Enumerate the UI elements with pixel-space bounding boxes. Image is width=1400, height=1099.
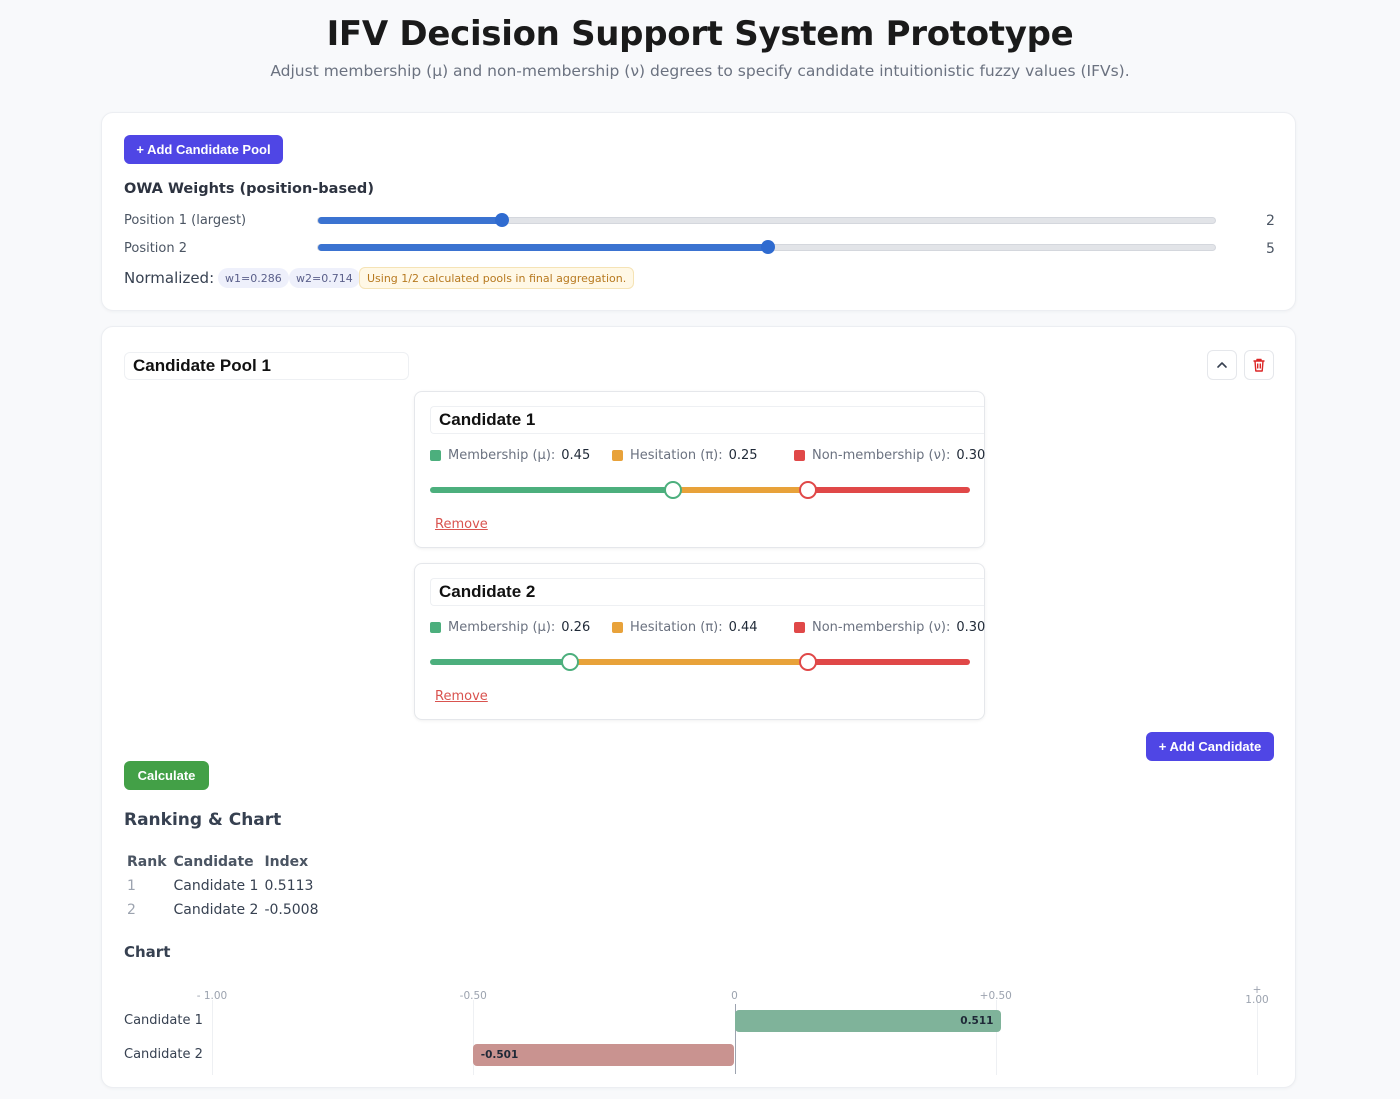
chart-heading: Chart (124, 943, 171, 961)
position-2-slider-thumb[interactable] (761, 240, 775, 254)
header-rank: Rank (127, 854, 167, 870)
rank-cell: 2 (127, 902, 136, 918)
chart-tick-label: +1.00 (1245, 984, 1269, 1006)
non-membership-handle[interactable] (799, 653, 817, 671)
ifv-range-slider[interactable] (430, 653, 970, 671)
candidate-cell: Candidate 1 (173, 878, 259, 894)
chart-bar: 0.511 (734, 1010, 1002, 1032)
chart-gridline (212, 1000, 213, 1075)
hesitation-value: 0.44 (728, 620, 758, 635)
index-cell: 0.5113 (264, 878, 314, 894)
hesitation-legend: Hesitation (π): 0.44 (612, 620, 758, 635)
position-1-label: Position 1 (largest) (124, 213, 247, 228)
membership-legend: Membership (μ): 0.45 (430, 448, 590, 463)
rank-cell: 1 (127, 878, 136, 894)
index-cell: -0.5008 (264, 902, 319, 918)
chart-tick-label: - 1.00 (196, 990, 228, 1002)
trash-icon (1253, 358, 1265, 372)
pool-title-input[interactable]: Candidate Pool 1 (124, 352, 409, 380)
weight-chip-2: w2=0.714 (289, 268, 360, 288)
non-membership-label: Non-membership (ν): (812, 448, 951, 463)
hesitation-legend: Hesitation (π): 0.25 (612, 448, 758, 463)
ranking-chart: - 1.00 -0.50 0 +0.50 +1.00 Candidate 1 0.511 Ca… (102, 982, 1297, 1082)
chart-tick-label: -0.50 (459, 990, 487, 1002)
settings-card: + Add Candidate Pool OWA Weights (positi… (101, 112, 1296, 311)
non-membership-label: Non-membership (ν): (812, 620, 951, 635)
non-membership-legend: Non-membership (ν): 0.30 (794, 448, 985, 463)
position-2-slider[interactable] (317, 240, 1216, 254)
ranking-table: Rank Candidate Index 1 Candidate 1 0.511… (124, 850, 322, 922)
remove-candidate-link[interactable]: Remove (435, 689, 488, 704)
membership-swatch (430, 622, 441, 633)
add-candidate-pool-button[interactable]: + Add Candidate Pool (124, 135, 283, 164)
add-candidate-button[interactable]: + Add Candidate (1146, 732, 1274, 761)
non-membership-swatch (794, 622, 805, 633)
owa-weights-title: OWA Weights (position-based) (124, 181, 374, 197)
aggregation-notice: Using 1/2 calculated pools in final aggr… (359, 267, 635, 289)
weight-chip-1: w1=0.286 (218, 268, 289, 288)
table-row: 2 Candidate 2 -0.5008 (124, 898, 322, 922)
hesitation-swatch (612, 622, 623, 633)
chart-data-label: 0.511 (960, 1015, 994, 1027)
chart-bar: -0.501 (472, 1044, 735, 1066)
non-membership-handle[interactable] (799, 481, 817, 499)
membership-legend: Membership (μ): 0.26 (430, 620, 590, 635)
collapse-button[interactable] (1207, 350, 1237, 380)
candidate-cell: Candidate 2 (173, 902, 259, 918)
hesitation-value: 0.25 (728, 448, 758, 463)
position-1-slider-thumb[interactable] (495, 213, 509, 227)
header-candidate: Candidate (173, 854, 254, 870)
ifv-range-slider[interactable] (430, 481, 970, 499)
ranking-title: Ranking & Chart (124, 810, 282, 830)
position-2-label: Position 2 (124, 241, 188, 256)
non-membership-swatch (794, 450, 805, 461)
non-membership-value: 0.30 (956, 620, 986, 635)
candidate-card: Candidate 1 Membership (μ): 0.45 Hesitati… (414, 391, 985, 548)
candidate-name-input[interactable]: Candidate 2 (430, 578, 984, 606)
hesitation-swatch (612, 450, 623, 461)
page-subtitle: Adjust membership (μ) and non-membership… (270, 62, 1130, 80)
non-membership-value: 0.30 (956, 448, 986, 463)
table-header-row: Rank Candidate Index (124, 850, 322, 874)
membership-handle[interactable] (664, 481, 682, 499)
chart-gridline (1257, 1000, 1258, 1075)
position-1-slider[interactable] (317, 213, 1216, 227)
position-2-value: 5 (1266, 241, 1275, 257)
non-membership-legend: Non-membership (ν): 0.30 (794, 620, 985, 635)
hesitation-label: Hesitation (π): (630, 448, 723, 463)
chevron-up-icon (1217, 362, 1227, 368)
membership-value: 0.45 (561, 448, 591, 463)
chart-tick-label: 0 (731, 990, 738, 1002)
calculate-button[interactable]: Calculate (124, 761, 209, 790)
page-title: IFV Decision Support System Prototype (326, 14, 1074, 54)
membership-label: Membership (μ): (448, 620, 556, 635)
remove-candidate-link[interactable]: Remove (435, 517, 488, 532)
candidate-pool-card: Candidate Pool 1 Candidate 1 Membership … (101, 326, 1296, 1088)
candidate-card: Candidate 2 Membership (μ): 0.26 Hesitati… (414, 563, 985, 720)
delete-pool-button[interactable] (1244, 350, 1274, 380)
membership-swatch (430, 450, 441, 461)
chart-tick-label: +0.50 (979, 990, 1012, 1002)
candidate-name-input[interactable]: Candidate 1 (430, 406, 984, 434)
membership-handle[interactable] (561, 653, 580, 671)
chart-data-label: -0.501 (480, 1049, 519, 1061)
header-index: Index (264, 854, 309, 870)
chart-category-label: Candidate 1 (124, 1013, 203, 1028)
membership-value: 0.26 (561, 620, 591, 635)
position-1-value: 2 (1266, 213, 1275, 229)
membership-label: Membership (μ): (448, 448, 556, 463)
normalized-label: Normalized: (124, 269, 215, 287)
table-row: 1 Candidate 1 0.5113 (124, 874, 322, 898)
hesitation-label: Hesitation (π): (630, 620, 723, 635)
chart-category-label: Candidate 2 (124, 1047, 203, 1062)
